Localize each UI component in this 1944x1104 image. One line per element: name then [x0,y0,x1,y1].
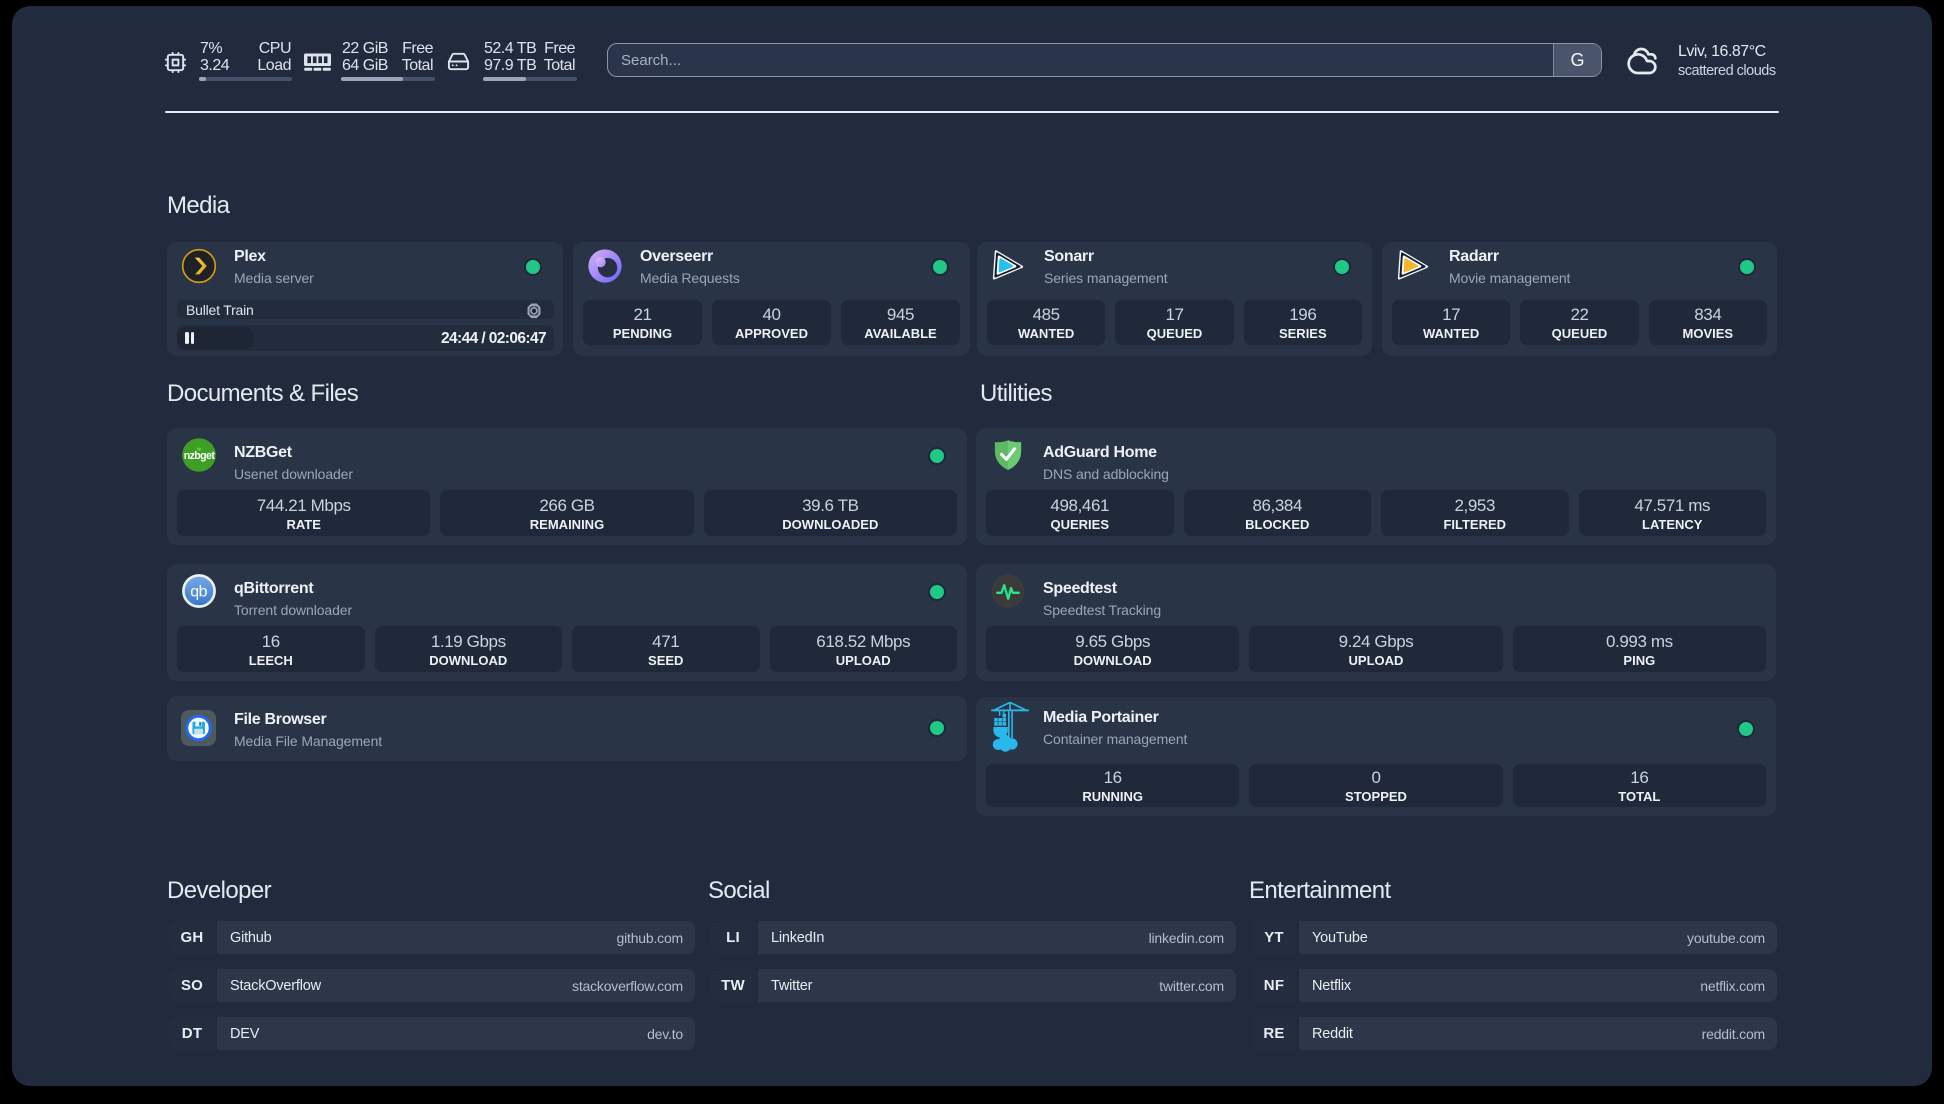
svg-text:nzbget: nzbget [184,450,216,462]
svg-text:qb: qb [190,583,207,600]
